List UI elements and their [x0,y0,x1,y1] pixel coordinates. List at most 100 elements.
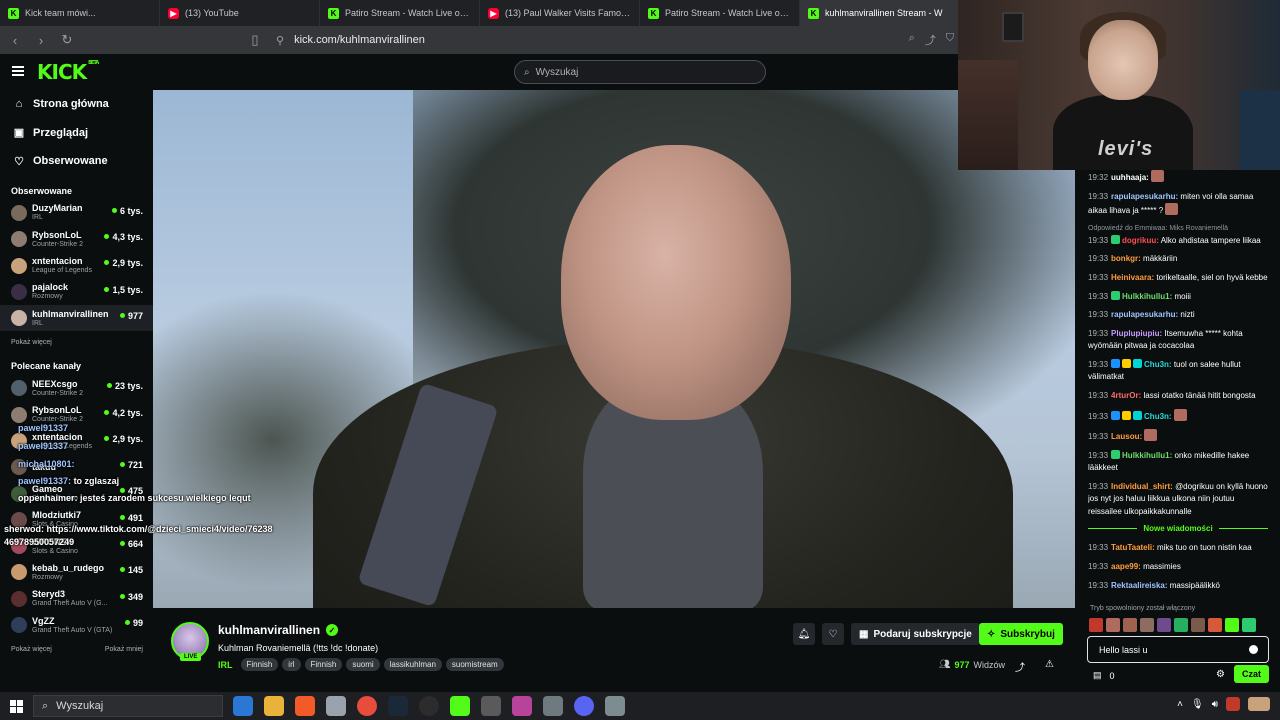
message-username[interactable]: bonkgr: [1111,254,1141,263]
steam-icon[interactable] [388,696,408,716]
message-username[interactable]: uuhhaaja: [1111,173,1149,182]
file-explorer-icon[interactable] [264,696,284,716]
chevron-up-icon[interactable]: ˄ [1177,699,1183,710]
streamer-name[interactable]: kuhlmanvirallinen ✓ [218,623,339,637]
channel-item[interactable]: kebab_u_rudego Rozmowy 145 [0,559,153,585]
tray-app-icon[interactable] [1226,697,1240,711]
message-username[interactable]: Heinivaara: [1111,273,1154,282]
tag-chip[interactable]: lassikuhlman [383,658,442,671]
message-username[interactable]: dogrikuu: [1122,236,1159,245]
browser-tab[interactable]: K Patiro Stream - Watch Live on Kick [640,0,800,26]
subscribe-button[interactable]: ✧ Subskrybuj [979,623,1063,645]
app-icon[interactable] [326,696,346,716]
browser-tab[interactable]: K Patiro Stream - Watch Live on Kick [320,0,480,26]
browser-tab[interactable]: ▶ (13) Paul Walker Visits Famous Nissan [480,0,640,26]
message-username[interactable]: Chu3n: [1144,412,1172,421]
app-icon-2[interactable] [512,696,532,716]
message-username[interactable]: rapulapesukarhu: [1111,310,1178,319]
emoji-icon[interactable] [1249,645,1258,654]
emote-icon[interactable] [1208,618,1222,632]
sidebar-nav-browse[interactable]: ▣ Przeglądaj [0,119,153,148]
message-username[interactable]: Hulkkihullu1: [1122,451,1172,460]
microphone-icon[interactable]: 🎙︎ [1191,699,1204,710]
zoom-icon[interactable]: ⌕ [909,32,915,48]
message-username[interactable]: Rektaalireiska: [1111,581,1167,590]
emote-icon[interactable] [1191,618,1205,632]
tag-chip[interactable]: irl [282,658,301,671]
emote-icon[interactable] [1106,618,1120,632]
emote-icon[interactable] [1123,618,1137,632]
search-input[interactable]: ⌕ Wyszukaj [514,60,766,84]
settings-icon[interactable] [481,696,501,716]
emote-icon[interactable] [1157,618,1171,632]
emote-icon[interactable] [1174,618,1188,632]
back-icon[interactable]: ‹ [8,33,22,48]
share-icon[interactable]: ⤴ [1015,659,1025,674]
points-icon[interactable]: ▤ [1093,670,1102,681]
emote-icon[interactable] [1140,618,1154,632]
sidebar-nav-home[interactable]: ⌂ Strona główna [0,90,153,119]
discord-icon[interactable] [574,696,594,716]
browser-tab[interactable]: K Kick team mówi... [0,0,160,26]
brave-icon[interactable] [295,696,315,716]
tag-chip[interactable]: Finnish [304,658,343,671]
chrome-icon[interactable] [357,696,377,716]
address-bar[interactable]: ⚲ kick.com/kuhlmanvirallinen ⌕ ⤴ ⛉ [276,29,960,51]
message-username[interactable]: Pluplupiupiu: [1111,329,1162,338]
channel-item[interactable]: Steryd3 Grand Theft Auto V (G... 349 [0,586,153,612]
menu-icon[interactable] [12,66,24,76]
message-username[interactable]: Individual_shirt: [1111,482,1173,491]
message-username[interactable]: 4rturOr: [1111,391,1141,400]
volume-icon[interactable]: 🔊︎ [1212,699,1218,710]
message-username[interactable]: aape99: [1111,562,1141,571]
browser-tab[interactable]: ▶ (13) YouTube [160,0,320,26]
channel-item[interactable]: NEEXcsgo Counter-Strike 2 23 tys. [0,375,153,401]
message-username[interactable]: Chu3n: [1144,360,1172,369]
channel-item[interactable]: xntentacion League of Legends 2,9 tys. [0,252,153,278]
gear-icon[interactable]: ⚙ [1216,669,1225,680]
emote-icon[interactable] [1242,618,1256,632]
tag-chip[interactable]: suomistream [445,658,504,671]
tag-chip[interactable]: Finnish [240,658,279,671]
follow-heart-icon[interactable]: ♡ [822,623,844,645]
kick-logo[interactable]: KICK BETA [37,60,99,84]
emote-icon[interactable] [1225,618,1239,632]
message-username[interactable]: Hulkkihullu1: [1122,292,1172,301]
bell-icon[interactable]: 🔔︎ [793,623,815,645]
channel-item[interactable]: DuzyMarian IRL 6 tys. [0,200,153,226]
gift-subs-button[interactable]: ▦ Podaruj subskrypcje [851,623,980,645]
report-icon[interactable]: ⚠ [1045,659,1054,674]
edge-icon[interactable] [233,696,253,716]
chat-input[interactable]: Hello lassi u [1087,636,1269,663]
windows-start-icon[interactable] [0,699,33,713]
shield-icon[interactable]: ⛉ [946,32,954,48]
show-more-button[interactable]: Pokaż więcej [11,339,52,346]
forward-icon[interactable]: › [34,33,48,48]
bookmark-icon[interactable]: ▯ [248,32,262,48]
sidebar-nav-following[interactable]: ♡ Obserwowane [0,147,153,176]
channel-item[interactable]: kuhlmanvirallinen IRL 977 [0,304,153,332]
show-more-button[interactable]: Pokaż więcej [11,646,52,653]
obs-icon[interactable] [419,696,439,716]
message-username[interactable]: Lausou: [1111,432,1142,441]
share-icon[interactable]: ⤴ [925,32,936,48]
category-link[interactable]: IRL [218,660,233,670]
taskbar-search[interactable]: ⌕ Wyszukaj [33,695,223,717]
app-icon-4[interactable] [605,696,625,716]
show-less-button[interactable]: Pokaż mniej [105,646,143,653]
message-username[interactable]: rapulapesukarhu: [1111,192,1178,201]
app-icon-3[interactable] [543,696,563,716]
site-info-icon[interactable]: ⚲ [276,34,284,47]
tag-chip[interactable]: suomi [346,658,380,671]
emote-icon[interactable] [1089,618,1103,632]
chat-send-button[interactable]: Czat [1233,665,1269,683]
tray-cat-icon[interactable] [1248,697,1270,711]
channel-item[interactable]: RybsonLoL Counter-Strike 2 4,3 tys. [0,226,153,252]
reload-icon[interactable]: ↻ [60,32,74,48]
message-username[interactable]: TatuTaateli: [1111,543,1155,552]
channel-item[interactable]: pajalock Rozmowy 1,5 tys. [0,279,153,305]
channel-item[interactable]: VgZZ Grand Theft Auto V (GTA) 99 [0,612,153,638]
browser-tab[interactable]: Kkuhlmanvirallinen Stream - W [800,0,960,26]
kick-app-icon[interactable] [450,696,470,716]
video-player[interactable] [153,90,1075,608]
